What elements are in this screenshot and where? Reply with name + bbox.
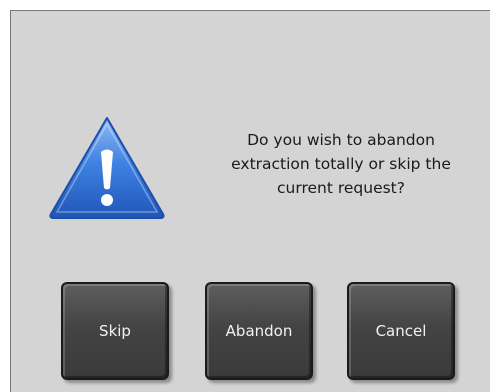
message-line: extraction totally or skip the — [231, 155, 451, 173]
cancel-button[interactable]: Cancel — [347, 282, 455, 380]
skip-button[interactable]: Skip — [61, 282, 169, 380]
confirm-dialog: Do you wish to abandon extraction totall… — [10, 10, 490, 392]
abandon-button[interactable]: Abandon — [205, 282, 313, 380]
message-line: Do you wish to abandon — [247, 131, 435, 149]
warning-icon — [49, 117, 165, 219]
dialog-message: Do you wish to abandon extraction totall… — [191, 128, 491, 200]
message-line: current request? — [277, 179, 405, 197]
